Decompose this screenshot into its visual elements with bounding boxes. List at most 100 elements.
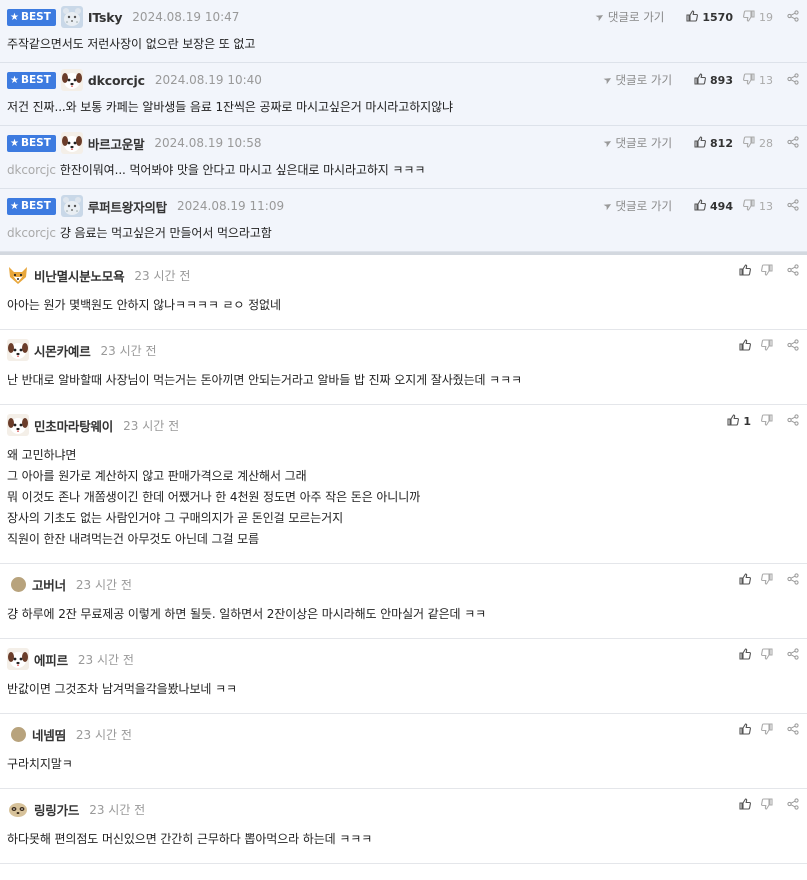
comment-actions: ➤ 댓글로 가기 812 28 [602,126,799,160]
goto-reply-label: 댓글로 가기 [615,136,673,150]
like-button[interactable]: 1570 [686,9,733,25]
thumbs-down-icon [761,338,773,354]
dislike-button[interactable] [761,572,773,588]
dislike-count: 19 [759,10,773,24]
like-count: 494 [710,199,733,213]
share-button[interactable] [787,413,799,429]
share-icon [787,198,799,214]
thumbs-up-icon [739,797,751,813]
author-nickname[interactable]: ITsky [88,10,123,25]
share-button[interactable] [787,797,799,813]
comment-date: 2024.08.19 10:40 [154,73,262,87]
thumbs-down-icon [743,135,755,151]
share-button[interactable] [787,572,799,588]
like-button[interactable]: 812 [694,135,733,151]
best-badge: ★ BEST [7,197,56,215]
thumbs-up-icon [694,135,706,151]
author-nickname[interactable]: 민초마라탕웨이 [34,416,113,435]
share-button[interactable] [787,338,799,354]
star-icon: ★ [10,200,19,212]
comment-item: 시몬카예르 23 시간 전난 반대로 알바할때 사장님이 먹는거는 돈아끼면 안되… [0,330,807,405]
author-nickname[interactable]: 네넴띰 [32,725,66,744]
author-nickname[interactable]: 링링가드 [34,800,79,819]
best-comment: ★ BEST 루퍼트왕자의탑 2024.08.19 11:09 ➤ 댓글로 가기 494 13… [0,189,807,252]
avatar[interactable] [7,648,29,670]
dislike-button[interactable]: 13 [743,72,773,88]
goto-reply-link[interactable]: ➤ 댓글로 가기 [602,198,672,214]
reply-to-nickname[interactable]: dkcorcjc [7,226,56,240]
dislike-button[interactable] [761,338,773,354]
comment-body: 걍 음료는 먹고싶은거 만들어서 먹으라고함 [59,226,272,240]
like-button[interactable] [739,572,751,588]
comment-header: 시몬카예르 23 시간 전 [7,330,807,370]
like-button[interactable] [739,338,751,354]
author-nickname[interactable]: 고버너 [32,575,66,594]
dislike-button[interactable]: 28 [743,135,773,151]
thumbs-down-icon [743,198,755,214]
like-button[interactable] [739,722,751,738]
goto-reply-link[interactable]: ➤ 댓글로 가기 [602,72,673,88]
avatar[interactable] [7,798,29,820]
dislike-button[interactable] [761,647,773,663]
comment-actions [729,251,799,291]
comment-body: 한잔이뭐여... 먹어봐야 맛을 안다고 마시고 싶은대로 마시라고하지 ㅋㅋㅋ [59,163,426,177]
dislike-button[interactable] [761,797,773,813]
like-button[interactable] [739,647,751,663]
author-nickname[interactable]: 비난멸시분노모욕 [34,266,125,285]
comment-date: 23 시간 전 [75,727,132,742]
comment-date: 23 시간 전 [75,577,132,592]
avatar[interactable] [7,339,29,361]
best-comment: ★ BEST ITsky 2024.08.19 10:47 ➤ 댓글로 가기 1570 19 주… [0,0,807,63]
dislike-button[interactable]: 19 [743,9,773,25]
comment-text: 저건 진짜...와 보통 카페는 알바생들 음료 1잔씩은 공짜로 마시고싶은거… [7,97,807,125]
share-button[interactable] [787,72,799,88]
avatar[interactable] [60,6,83,28]
goto-reply-label: 댓글로 가기 [615,73,673,87]
author-nickname[interactable]: 에피르 [34,650,68,669]
comment-actions [729,710,799,750]
goto-reply-label: 댓글로 가기 [607,10,665,24]
comment-item: 비난멸시분노모욕 23 시간 전 아아는 원가 몇백원도 안하지 않나ㅋㅋㅋㅋ ㄹㅇ… [0,255,807,330]
goto-reply-link[interactable]: ➤ 댓글로 가기 [602,135,673,151]
avatar[interactable] [60,195,83,217]
share-button[interactable] [787,198,799,214]
share-button[interactable] [787,9,799,25]
share-button[interactable] [787,263,799,279]
best-badge-label: BEST [20,200,51,212]
comment-item: 민초마라탕웨이 23 시간 전 1 왜 고민하냐면 그 아아를 원가로 계산하지 않고 … [0,405,807,564]
like-button[interactable]: 494 [694,198,733,214]
avatar[interactable] [7,414,29,436]
thumbs-up-icon [739,572,751,588]
avatar[interactable] [11,726,26,742]
comment-text: 난 반대로 알바할때 사장님이 먹는거는 돈아끼면 안되는거라고 알바들 밥 진… [7,370,807,404]
reply-to-nickname[interactable]: dkcorcjc [7,163,56,177]
share-button[interactable] [787,647,799,663]
comment-text: 구라치지말ㅋ [7,754,807,788]
best-badge-label: BEST [20,11,51,23]
dislike-button[interactable] [761,413,773,429]
comment-item: 고버너 23 시간 전걍 하루에 2잔 무료제공 이렇게 하면 될듯. 일하면서 … [0,564,807,639]
thumbs-up-icon [694,198,706,214]
like-button[interactable] [739,263,751,279]
author-nickname[interactable]: 바르고운말 [88,134,145,153]
avatar[interactable] [60,69,83,91]
comment-list: 비난멸시분노모욕 23 시간 전 아아는 원가 몇백원도 안하지 않나ㅋㅋㅋㅋ ㄹㅇ… [0,255,807,864]
dislike-button[interactable] [761,722,773,738]
comment-header: 네넴띰 23 시간 전 [7,714,807,754]
comment-header: 링링가드 23 시간 전 [7,789,807,829]
avatar[interactable] [7,264,29,286]
like-button[interactable]: 893 [694,72,733,88]
dislike-button[interactable]: 13 [743,198,773,214]
dislike-button[interactable] [761,263,773,279]
share-button[interactable] [787,135,799,151]
best-comment: ★ BEST dkcorcjc 2024.08.19 10:40 ➤ 댓글로 가기 893 1… [0,63,807,126]
avatar[interactable] [11,576,26,592]
author-nickname[interactable]: 시몬카예르 [34,341,91,360]
avatar[interactable] [60,132,83,154]
share-button[interactable] [787,722,799,738]
author-nickname[interactable]: 루퍼트왕자의탑 [88,197,167,216]
author-nickname[interactable]: dkcorcjc [88,73,145,88]
goto-reply-link[interactable]: ➤ 댓글로 가기 [594,9,665,25]
like-button[interactable]: 1 [727,413,751,429]
like-button[interactable] [739,797,751,813]
